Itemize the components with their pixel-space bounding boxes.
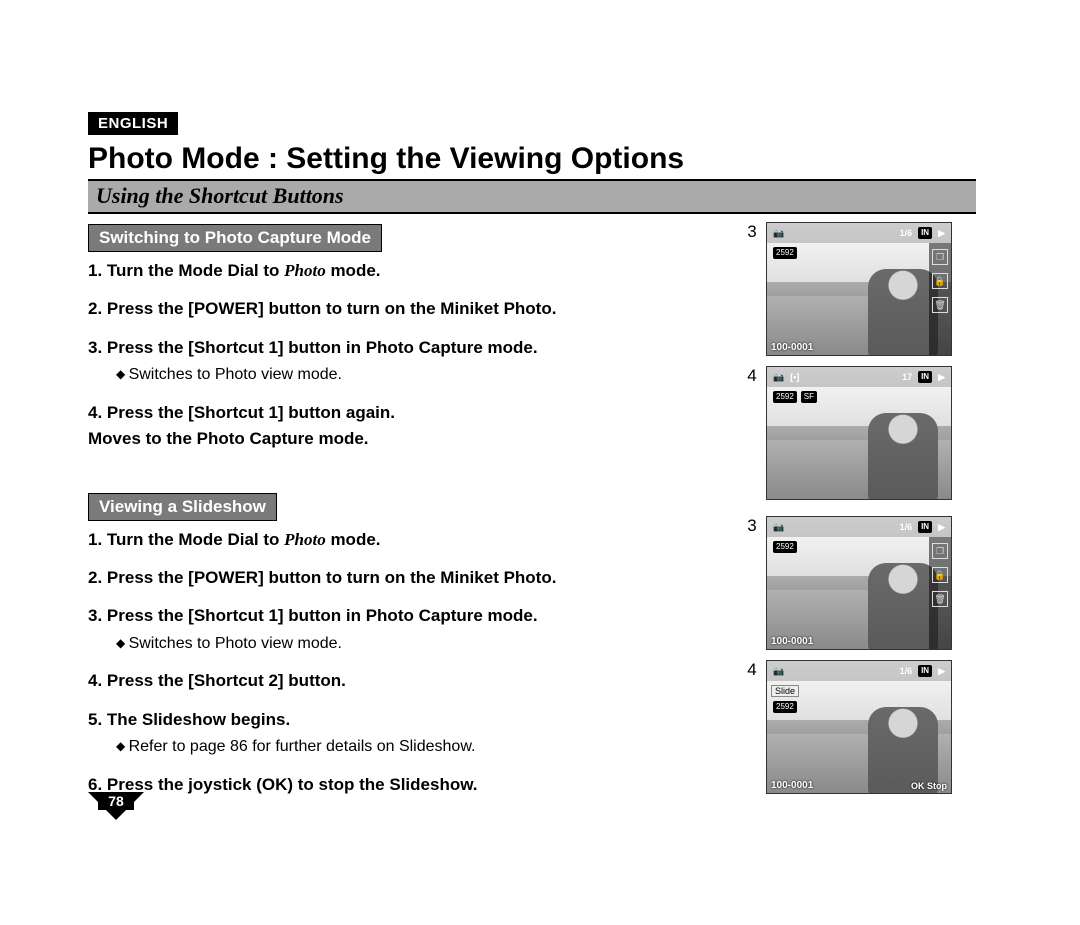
- page-title: Photo Mode : Setting the Viewing Options: [88, 141, 976, 181]
- subtitle: Using the Shortcut Buttons: [96, 183, 344, 208]
- text-column: Switching to Photo Capture Mode 1. Turn …: [88, 214, 708, 810]
- ok-stop-label: OK Stop: [911, 781, 947, 791]
- layers-icon: ❐: [932, 249, 948, 265]
- memory-badge: IN: [918, 227, 932, 239]
- step: 2. Press the [POWER] button to turn on t…: [88, 565, 708, 591]
- section-a-heading: Switching to Photo Capture Mode: [88, 224, 382, 252]
- play-icon: ▶: [938, 522, 945, 533]
- resolution-badge: 2592: [773, 541, 797, 553]
- resolution-badge: 2592: [773, 247, 797, 259]
- figure-tag: 3: [742, 516, 762, 536]
- figure-tag: 4: [742, 660, 762, 680]
- figure-b4: 4 📷 1/6 IN ▶ Slide 2592 100-0001 OK Stop: [766, 660, 976, 794]
- page-number: 78: [98, 792, 134, 810]
- camera-screen: 📷 [•] 17 IN ▶ 2592 SF: [766, 366, 952, 500]
- figure-a3: 3 📷 1/6 IN ▶ 2592 ❐ 🔒 🗑: [766, 222, 976, 356]
- section-a-steps: 1. Turn the Mode Dial to Photo mode. 2. …: [88, 258, 708, 453]
- figure-a4: 4 📷 [•] 17 IN ▶ 2592 SF: [766, 366, 976, 500]
- memory-badge: IN: [918, 371, 932, 383]
- quality-badge: SF: [801, 391, 817, 403]
- trash-icon: 🗑: [932, 591, 948, 607]
- layers-icon: ❐: [932, 543, 948, 559]
- step: 1. Turn the Mode Dial to Photo mode.: [88, 258, 708, 284]
- play-icon: ▶: [938, 666, 945, 677]
- camera-icon: 📷: [773, 228, 784, 239]
- figure-column: 3 📷 1/6 IN ▶ 2592 ❐ 🔒 🗑: [766, 214, 976, 804]
- section-b-heading: Viewing a Slideshow: [88, 493, 277, 521]
- bullet: Switches to Photo view mode.: [116, 363, 708, 388]
- section-b-steps: 1. Turn the Mode Dial to Photo mode. 2. …: [88, 527, 708, 799]
- step: 4. Press the [Shortcut 1] button again. …: [88, 400, 708, 453]
- page-number-ornament: 78: [88, 792, 144, 820]
- step: 2. Press the [POWER] button to turn on t…: [88, 296, 708, 322]
- step: 3. Press the [Shortcut 1] button in Phot…: [88, 335, 708, 388]
- play-icon: ▶: [938, 372, 945, 383]
- file-number: 100-0001: [771, 636, 813, 647]
- camera-icon: 📷: [773, 666, 784, 677]
- step: 1. Turn the Mode Dial to Photo mode.: [88, 527, 708, 553]
- camera-screen: 📷 1/6 IN ▶ 2592 ❐ 🔒 🗑 100-0001: [766, 516, 952, 650]
- counter: 1/6: [900, 228, 913, 238]
- resolution-badge: 2592: [773, 701, 797, 713]
- shots-remaining: 17: [902, 372, 912, 382]
- memory-badge: IN: [918, 521, 932, 533]
- camera-icon: 📷: [773, 372, 784, 383]
- camera-screen: 📷 1/6 IN ▶ Slide 2592 100-0001 OK Stop: [766, 660, 952, 794]
- trash-icon: 🗑: [932, 297, 948, 313]
- memory-badge: IN: [918, 665, 932, 677]
- slide-label: Slide: [771, 685, 799, 697]
- step: 4. Press the [Shortcut 2] button.: [88, 668, 708, 694]
- figure-tag: 3: [742, 222, 762, 242]
- figure-tag: 4: [742, 366, 762, 386]
- resolution-badge: 2592: [773, 391, 797, 403]
- step: 6. Press the joystick (OK) to stop the S…: [88, 772, 708, 798]
- bullet: Refer to page 86 for further details on …: [116, 735, 708, 760]
- lock-icon: 🔒: [932, 273, 948, 289]
- subtitle-bar: Using the Shortcut Buttons: [88, 181, 976, 214]
- step: 5. The Slideshow begins. Refer to page 8…: [88, 707, 708, 760]
- language-badge: ENGLISH: [88, 112, 178, 135]
- file-number: 100-0001: [771, 342, 813, 353]
- camera-icon: 📷: [773, 522, 784, 533]
- play-icon: ▶: [938, 228, 945, 239]
- step: 3. Press the [Shortcut 1] button in Phot…: [88, 603, 708, 656]
- camera-screen: 📷 1/6 IN ▶ 2592 ❐ 🔒 🗑 100-0001: [766, 222, 952, 356]
- counter: 1/6: [900, 666, 913, 676]
- meter-icon: [•]: [790, 372, 799, 382]
- counter: 1/6: [900, 522, 913, 532]
- bullet: Switches to Photo view mode.: [116, 632, 708, 657]
- lock-icon: 🔒: [932, 567, 948, 583]
- file-number: 100-0001: [771, 780, 813, 791]
- figure-b3: 3 📷 1/6 IN ▶ 2592 ❐ 🔒 🗑: [766, 516, 976, 650]
